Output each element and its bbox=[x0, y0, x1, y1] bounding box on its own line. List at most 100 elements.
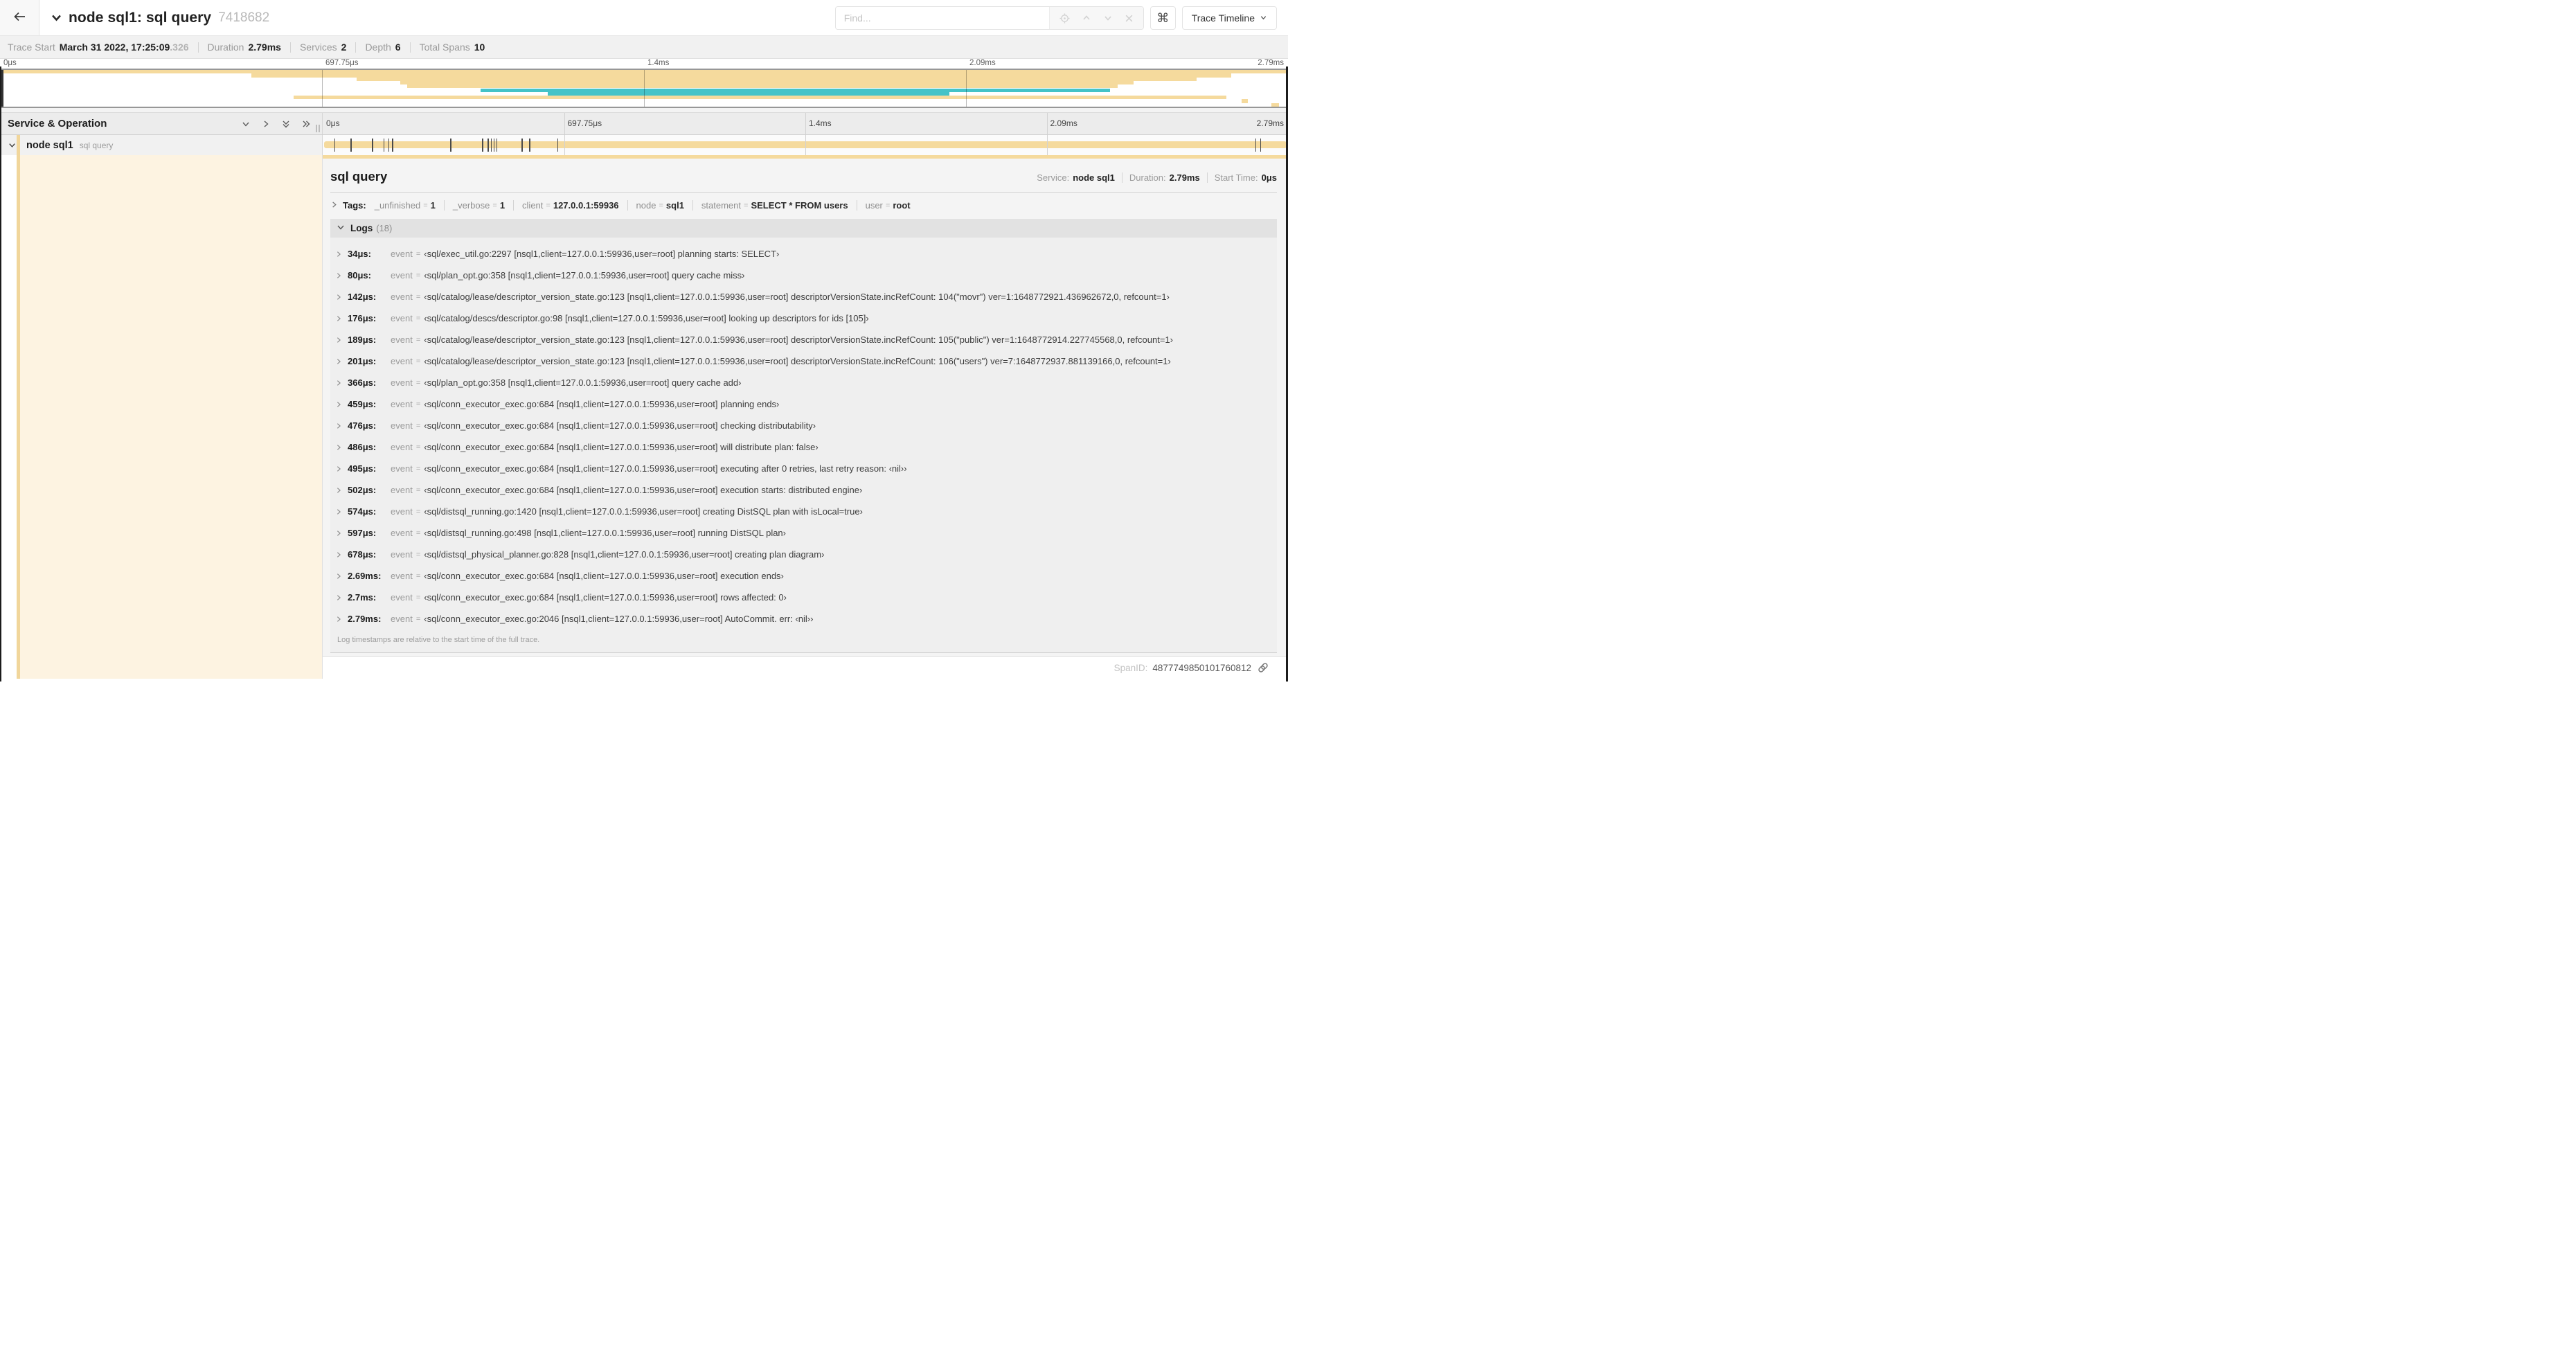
log-field-key: event bbox=[391, 485, 413, 495]
log-timestamp: 678μs: bbox=[348, 549, 377, 560]
deep-link-icon[interactable] bbox=[1258, 662, 1269, 673]
prev-match-icon[interactable] bbox=[1082, 13, 1091, 23]
log-row[interactable]: 176μs: event = ‹sql/catalog/descs/descripto… bbox=[335, 308, 1277, 329]
collapse-controls bbox=[241, 119, 311, 129]
span-detail-panel: sql query Service: node sql1 Duration: 2.79… bbox=[323, 159, 1288, 657]
expand-one-icon[interactable] bbox=[261, 119, 271, 129]
timeline-gridline bbox=[1046, 135, 1048, 155]
equals-sign: = bbox=[415, 249, 421, 258]
equals-sign: = bbox=[415, 550, 421, 559]
minimap-canvas[interactable] bbox=[0, 69, 1288, 108]
next-match-icon[interactable] bbox=[1103, 13, 1113, 23]
log-row[interactable]: 495μs: event = ‹sql/conn_executor_exec.go:6… bbox=[335, 458, 1277, 479]
log-marker bbox=[488, 139, 489, 152]
span-detail-header: sql query Service: node sql1 Duration: 2.79… bbox=[330, 169, 1277, 184]
chevron-right-icon bbox=[335, 508, 342, 515]
log-row[interactable]: 2.7ms: event = ‹sql/conn_executor_exec.go:6… bbox=[335, 587, 1277, 608]
trace-view-selector[interactable]: Trace Timeline bbox=[1181, 6, 1277, 30]
tag-item: user = root bbox=[857, 200, 911, 211]
span-name-cell[interactable]: node sql1 sql query bbox=[0, 135, 323, 155]
log-row[interactable]: 366μs: event = ‹sql/plan_opt.go:358 [nsql1,… bbox=[335, 372, 1277, 393]
log-marker bbox=[350, 139, 352, 152]
log-timestamp: 486μs: bbox=[348, 442, 377, 452]
trace-page: node sql1: sql query 7418682 Find... ⌘ T… bbox=[0, 0, 1288, 682]
log-field-value: ‹sql/distsql_physical_planner.go:828 [ns… bbox=[424, 549, 825, 560]
logs-header[interactable]: Logs (18) bbox=[330, 219, 1277, 238]
equals-sign: = bbox=[415, 528, 421, 537]
summary-label: Total Spans bbox=[419, 42, 470, 53]
log-marker bbox=[482, 139, 483, 152]
tag-value: 127.0.0.1:59936 bbox=[553, 200, 619, 211]
back-arrow-icon bbox=[13, 11, 26, 24]
log-field-value: ‹sql/conn_executor_exec.go:684 [nsql1,cl… bbox=[424, 420, 816, 431]
log-field-value: ‹sql/distsql_running.go:498 [nsql1,clien… bbox=[424, 528, 786, 538]
log-row[interactable]: 34μs: event = ‹sql/exec_util.go:2297 [nsql1… bbox=[335, 243, 1277, 265]
log-timestamp: 189μs: bbox=[348, 335, 377, 345]
log-row[interactable]: 80μs: event = ‹sql/plan_opt.go:358 [nsql1,c… bbox=[335, 265, 1277, 286]
meta-label: Service: bbox=[1037, 172, 1070, 183]
page-title: node sql1: sql query bbox=[69, 9, 212, 26]
find-buttons bbox=[1048, 7, 1143, 29]
log-row[interactable]: 142μs: event = ‹sql/catalog/lease/descripto… bbox=[335, 286, 1277, 308]
trace-summary-bar: Trace Start March 31 2022, 17:25:09.326 Du… bbox=[0, 36, 1288, 59]
log-row[interactable]: 459μs: event = ‹sql/conn_executor_exec.go:6… bbox=[335, 393, 1277, 415]
log-row[interactable]: 2.79ms: event = ‹sql/conn_executor_exec.go:… bbox=[335, 608, 1277, 630]
span-timeline-cell[interactable] bbox=[323, 135, 1288, 155]
tag-item: _unfinished = 1 bbox=[366, 200, 436, 211]
service-name: node sql1 bbox=[26, 139, 73, 151]
ruler-tick-label: 2.79ms bbox=[1256, 118, 1284, 128]
tag-value: sql1 bbox=[665, 200, 684, 211]
find-input[interactable] bbox=[835, 7, 1049, 29]
log-row[interactable]: 678μs: event = ‹sql/distsql_physical_planne… bbox=[335, 544, 1277, 565]
chevron-right-icon bbox=[335, 444, 342, 451]
service-color-stripe bbox=[17, 155, 20, 679]
tags-row[interactable]: Tags: _unfinished = 1 _verbose = 1 client = 127.… bbox=[330, 200, 1277, 211]
collapse-all-icon[interactable] bbox=[281, 119, 291, 129]
equals-sign: = bbox=[415, 443, 421, 452]
equals-sign: = bbox=[415, 571, 421, 580]
log-row[interactable]: 502μs: event = ‹sql/conn_executor_exec.go:6… bbox=[335, 479, 1277, 501]
log-row[interactable]: 2.69ms: event = ‹sql/conn_executor_exec.go:… bbox=[335, 565, 1277, 587]
expand-all-icon[interactable] bbox=[301, 119, 311, 129]
keyboard-shortcuts-button[interactable]: ⌘ bbox=[1150, 6, 1176, 30]
log-row[interactable]: 476μs: event = ‹sql/conn_executor_exec.go:6… bbox=[335, 415, 1277, 436]
log-row[interactable]: 486μs: event = ‹sql/conn_executor_exec.go:6… bbox=[335, 436, 1277, 458]
tag-item: _verbose = 1 bbox=[445, 200, 505, 211]
minimap-span bbox=[1242, 99, 1249, 103]
collapse-one-icon[interactable] bbox=[241, 119, 251, 129]
focus-match-icon[interactable] bbox=[1059, 12, 1070, 24]
service-operation-header: Service & Operation bbox=[0, 113, 323, 134]
log-row[interactable]: 189μs: event = ‹sql/catalog/lease/descripto… bbox=[335, 329, 1277, 350]
column-resize-handle[interactable] bbox=[316, 125, 320, 132]
meta-value: node sql1 bbox=[1073, 172, 1115, 183]
summary-label: Trace Start bbox=[8, 42, 55, 53]
log-marker bbox=[392, 139, 393, 152]
log-row[interactable]: 597μs: event = ‹sql/distsql_running.go:498 … bbox=[335, 522, 1277, 544]
window-left-edge bbox=[0, 66, 1, 682]
log-row[interactable]: 574μs: event = ‹sql/distsql_running.go:1420… bbox=[335, 501, 1277, 522]
span-detail-wrap: sql query Service: node sql1 Duration: 2.79… bbox=[323, 155, 1288, 679]
trace-summary-item: Depth 6 bbox=[365, 42, 400, 53]
back-button[interactable] bbox=[0, 0, 39, 35]
log-timestamp: 502μs: bbox=[348, 485, 377, 495]
equals-sign: = bbox=[415, 593, 421, 602]
ruler-tick-label: 0μs bbox=[3, 59, 17, 67]
tag-key: _unfinished bbox=[374, 200, 421, 211]
chevron-right-icon bbox=[335, 380, 342, 386]
log-marker bbox=[1255, 139, 1257, 152]
divider bbox=[289, 42, 291, 53]
viewport-handle-left[interactable] bbox=[1, 70, 3, 107]
timeline-gridline bbox=[805, 135, 806, 155]
log-marker bbox=[383, 139, 385, 152]
chevron-right-icon bbox=[335, 573, 342, 580]
tag-value: SELECT * FROM users bbox=[751, 200, 848, 211]
equals-sign: = bbox=[546, 201, 551, 210]
equals-sign: = bbox=[415, 271, 421, 280]
span-collapse-chevron-icon[interactable] bbox=[8, 141, 17, 150]
collapse-trace-chevron-icon[interactable] bbox=[51, 12, 62, 24]
chevron-right-icon bbox=[335, 616, 342, 623]
equals-sign: = bbox=[415, 464, 421, 473]
chevron-right-icon bbox=[335, 422, 342, 429]
clear-find-icon[interactable] bbox=[1125, 14, 1134, 23]
log-row[interactable]: 201μs: event = ‹sql/catalog/lease/descripto… bbox=[335, 350, 1277, 372]
